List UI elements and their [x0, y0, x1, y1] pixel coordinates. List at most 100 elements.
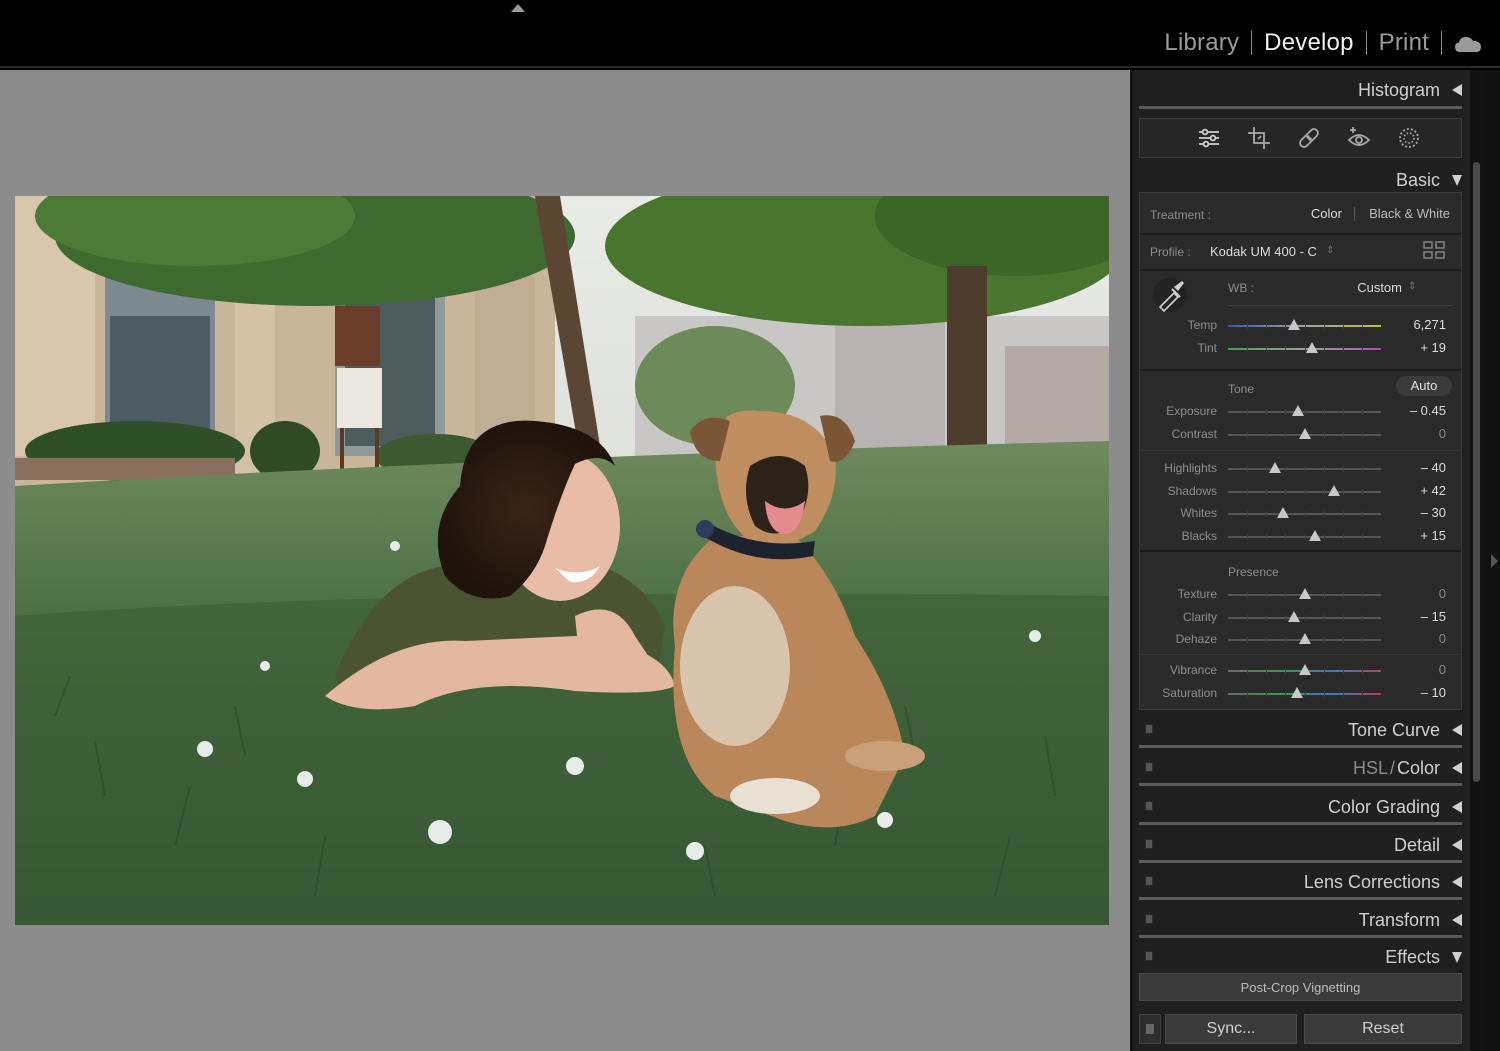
wb-stepper-icon[interactable]: ⇕: [1408, 281, 1416, 292]
tone-label: Tone: [1228, 382, 1255, 396]
slider-track-temp[interactable]: [1228, 319, 1381, 330]
slider-tick: [1342, 323, 1344, 329]
basic-header[interactable]: Basic: [1139, 168, 1462, 192]
profile-value[interactable]: Kodak UM 400 - C: [1210, 244, 1317, 259]
slider-thumb-whites[interactable]: [1277, 507, 1290, 518]
slider-track-texture[interactable]: [1228, 588, 1381, 599]
expand-right-panel-arrow[interactable]: [1491, 554, 1498, 568]
slider-thumb-texture[interactable]: [1298, 588, 1311, 599]
panel-scrollbar[interactable]: [1470, 70, 1483, 1051]
slider-value-shadows[interactable]: + 42: [1390, 483, 1446, 498]
panel-switch[interactable]: [1145, 801, 1153, 811]
slider-value-saturation[interactable]: – 10: [1390, 685, 1446, 700]
slider-thumb-vibrance[interactable]: [1298, 664, 1311, 675]
expand-arrow-icon: [1452, 951, 1462, 963]
slider-thumb-clarity[interactable]: [1287, 611, 1300, 622]
slider-value-whites[interactable]: – 30: [1390, 505, 1446, 520]
slider-tick: [1361, 466, 1363, 472]
slider-thumb-dehaze[interactable]: [1298, 633, 1311, 644]
slider-tick: [1304, 691, 1306, 697]
post-crop-vignetting-header[interactable]: Post-Crop Vignetting: [1139, 973, 1462, 1001]
slider-value-clarity[interactable]: – 15: [1390, 609, 1446, 624]
profile-stepper-icon[interactable]: ⇕: [1326, 245, 1334, 256]
transform-header[interactable]: Transform: [1139, 908, 1462, 932]
red-eye-icon[interactable]: [1345, 124, 1373, 152]
panel-switch[interactable]: [1145, 839, 1153, 849]
treatment-color[interactable]: Color: [1300, 206, 1342, 221]
reset-button[interactable]: Reset: [1304, 1014, 1462, 1044]
profile-browser-icon[interactable]: [1423, 241, 1445, 259]
slider-track-shadows[interactable]: [1228, 485, 1381, 496]
slider-thumb-shadows[interactable]: [1327, 485, 1340, 496]
slider-value-contrast[interactable]: 0: [1390, 426, 1446, 441]
slider-thumb-blacks[interactable]: [1309, 530, 1322, 541]
healing-icon[interactable]: [1295, 124, 1323, 152]
module-print[interactable]: Print: [1367, 29, 1441, 57]
slider-tick: [1266, 592, 1268, 598]
panel-switch[interactable]: [1145, 914, 1153, 924]
slider-track-dehaze[interactable]: [1228, 633, 1381, 644]
slider-tick: [1342, 489, 1344, 495]
slider-track-contrast[interactable]: [1228, 428, 1381, 439]
slider-value-exposure[interactable]: – 0.45: [1390, 403, 1446, 418]
basic-adjust-icon[interactable]: [1195, 124, 1223, 152]
tone-curve-header[interactable]: Tone Curve: [1139, 718, 1462, 742]
detail-header[interactable]: Detail: [1139, 833, 1462, 857]
treatment-separator: [1354, 207, 1355, 221]
slider-thumb-contrast[interactable]: [1298, 428, 1311, 439]
slider-track-highlights[interactable]: [1228, 462, 1381, 473]
slider-thumb-exposure[interactable]: [1292, 405, 1305, 416]
slider-thumb-saturation[interactable]: [1290, 687, 1303, 698]
slider-tick: [1342, 466, 1344, 472]
hsl-color-header[interactable]: HSL / Color: [1139, 756, 1462, 780]
slider-track-exposure[interactable]: [1228, 405, 1381, 416]
sync-toggle[interactable]: [1139, 1014, 1161, 1044]
cloud-icon[interactable]: [1454, 33, 1482, 53]
lens-corrections-header[interactable]: Lens Corrections: [1139, 870, 1462, 894]
slider-track-vibrance[interactable]: [1228, 664, 1381, 675]
crop-icon[interactable]: [1245, 124, 1273, 152]
slider-track-whites[interactable]: [1228, 507, 1381, 518]
slider-label-vibrance: Vibrance: [1169, 663, 1217, 677]
slider-value-vibrance[interactable]: 0: [1390, 662, 1446, 677]
panel-switch[interactable]: [1145, 951, 1153, 961]
color-grading-header[interactable]: Color Grading: [1139, 795, 1462, 819]
divider: [1140, 550, 1461, 552]
slider-value-dehaze[interactable]: 0: [1390, 631, 1446, 646]
scrollbar-thumb[interactable]: [1473, 162, 1480, 782]
eyedropper-icon[interactable]: [1152, 277, 1188, 313]
slider-tick: [1247, 615, 1249, 621]
panel-switch[interactable]: [1145, 762, 1153, 772]
panel-switch[interactable]: [1145, 876, 1153, 886]
slider-track-clarity[interactable]: [1228, 611, 1381, 622]
sync-button[interactable]: Sync...: [1165, 1014, 1297, 1044]
slider-thumb-tint[interactable]: [1306, 342, 1319, 353]
slider-track-blacks[interactable]: [1228, 530, 1381, 541]
treatment-bw[interactable]: Black & White: [1362, 206, 1450, 221]
slider-thumb-temp[interactable]: [1287, 319, 1300, 330]
slider-value-highlights[interactable]: – 40: [1390, 460, 1446, 475]
panel-switch[interactable]: [1145, 724, 1153, 734]
slider-track-tint[interactable]: [1228, 342, 1381, 353]
module-develop[interactable]: Develop: [1252, 29, 1365, 57]
effects-header[interactable]: Effects: [1139, 945, 1462, 969]
color-grading-title: Color Grading: [1327, 796, 1440, 817]
auto-tone-button[interactable]: Auto: [1396, 376, 1452, 396]
slider-tick: [1266, 615, 1268, 621]
slider-label-clarity: Clarity: [1182, 610, 1217, 624]
image-canvas[interactable]: [0, 70, 1130, 1051]
photo-preview[interactable]: [15, 196, 1109, 925]
masking-icon[interactable]: [1395, 124, 1423, 152]
slider-value-texture[interactable]: 0: [1390, 586, 1446, 601]
slider-value-tint[interactable]: + 19: [1390, 340, 1446, 355]
slider-thumb-highlights[interactable]: [1269, 462, 1282, 473]
wb-value[interactable]: Custom: [1340, 280, 1402, 295]
module-library[interactable]: Library: [1152, 29, 1251, 57]
collapse-top-panel-arrow[interactable]: [511, 4, 525, 12]
slider-value-temp[interactable]: 6,271: [1390, 317, 1446, 332]
slider-value-blacks[interactable]: + 15: [1390, 528, 1446, 543]
collapse-arrow-icon: [1452, 914, 1462, 926]
slider-track-saturation[interactable]: [1228, 687, 1381, 698]
histogram-header[interactable]: Histogram: [1139, 78, 1462, 102]
slider-tick: [1266, 409, 1268, 415]
